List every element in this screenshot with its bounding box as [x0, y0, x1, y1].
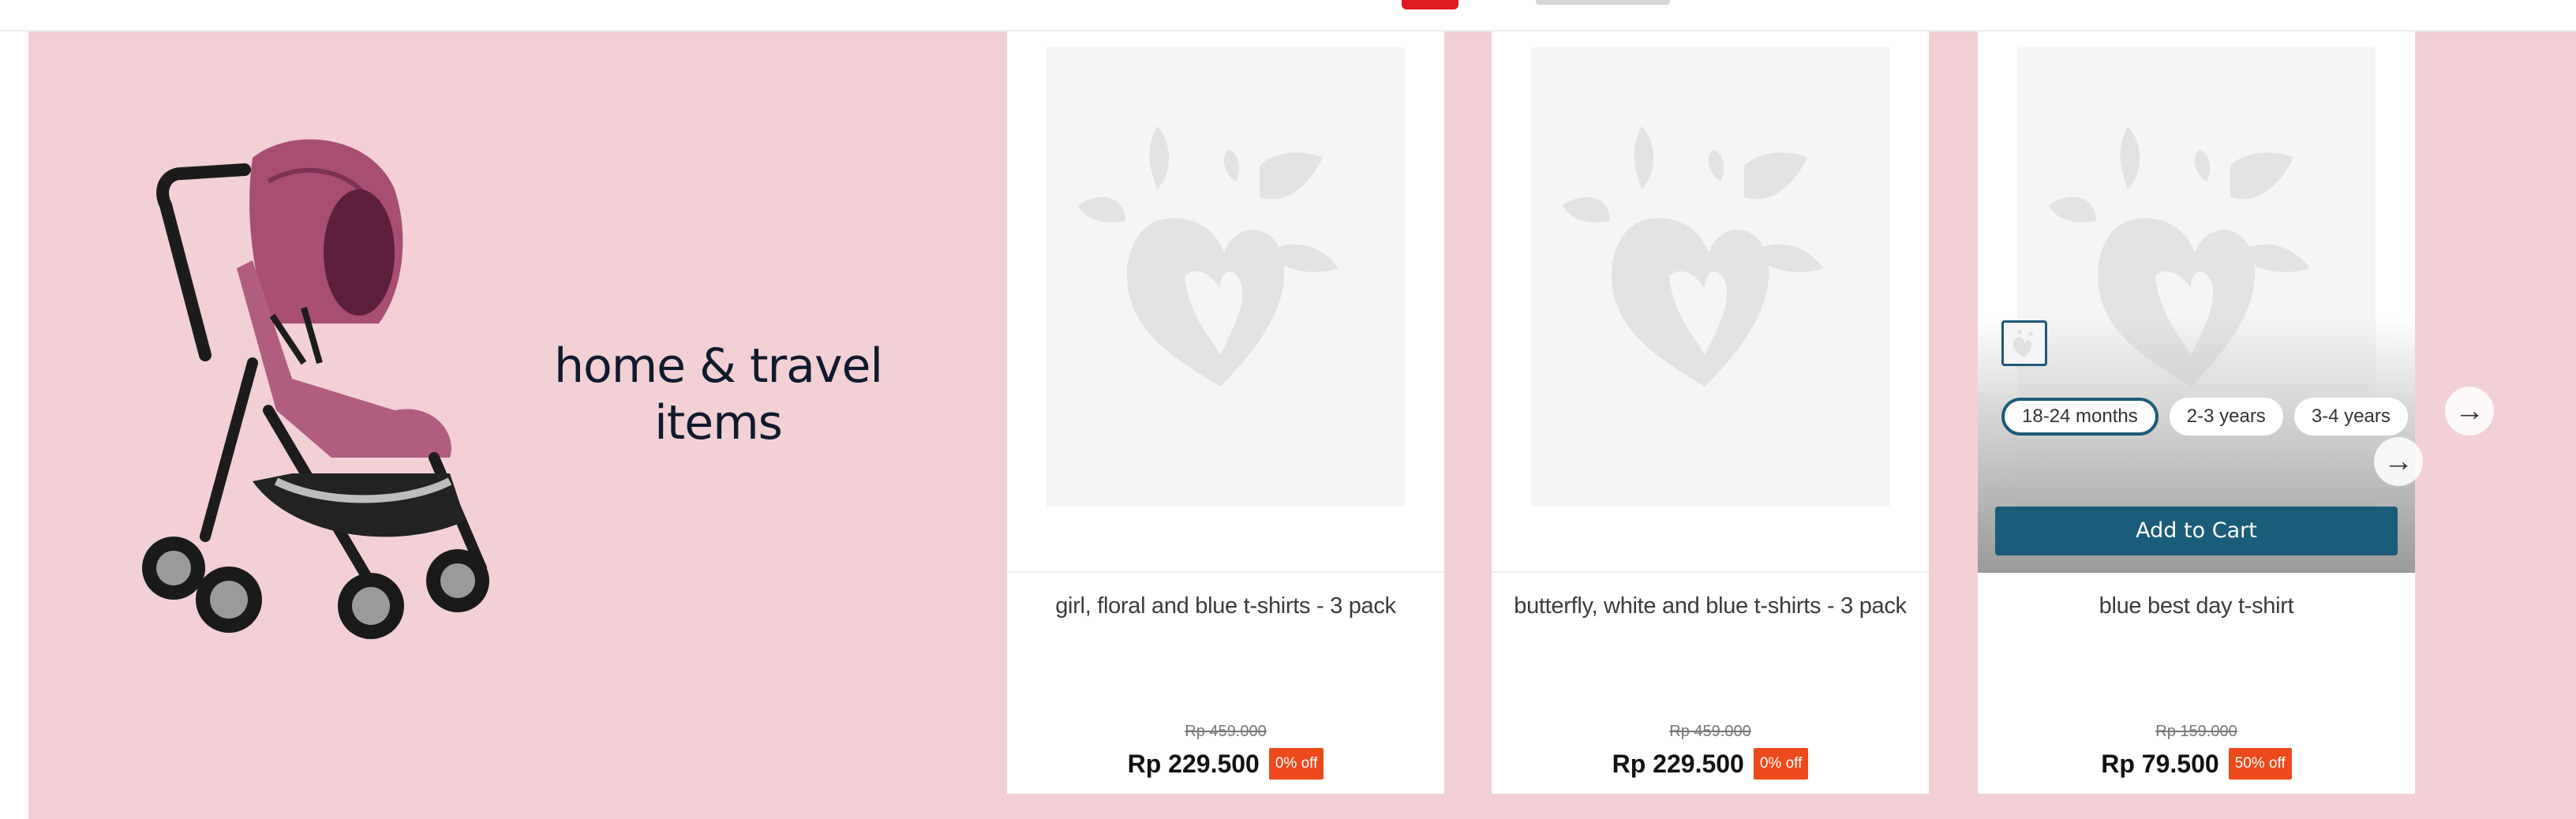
- product-original-price: Rp 459.000: [1185, 723, 1267, 740]
- product-name[interactable]: girl, floral and blue t-shirts - 3 pack: [1007, 593, 1444, 619]
- promo-title-line1: home & travel: [553, 338, 883, 394]
- brand-heart-logo-icon: [1078, 126, 1339, 387]
- discount-badge: 50% off: [2228, 748, 2292, 780]
- header-logo-mark[interactable]: [1402, 0, 1458, 9]
- product-price: Rp 229.500: [1612, 749, 1744, 778]
- product-original-price: Rp 159.000: [2155, 723, 2237, 740]
- product-image-placeholder[interactable]: [1531, 47, 1889, 507]
- color-swatch[interactable]: [2001, 320, 2047, 366]
- product-name[interactable]: blue best day t-shirt: [1978, 593, 2415, 619]
- stroller-image[interactable]: [134, 126, 505, 647]
- product-price: Rp 79.500: [2101, 749, 2219, 778]
- product-price-row: Rp 229.500 0% off: [1007, 748, 1444, 780]
- product-original-price: Rp 459.000: [1669, 723, 1751, 740]
- add-to-cart-button[interactable]: Add to Cart: [1995, 507, 2398, 555]
- size-selector: 18-24 months 2-3 years 3-4 years: [2001, 398, 2408, 439]
- product-card[interactable]: girl, floral and blue t-shirts - 3 pack …: [1007, 32, 1444, 794]
- product-price-row: Rp 229.500 0% off: [1492, 748, 1929, 780]
- discount-badge: 0% off: [1753, 748, 1809, 780]
- product-card[interactable]: 18-24 months 2-3 years 3-4 years → Add t…: [1978, 32, 2423, 794]
- header-faint-text: [1536, 0, 1670, 5]
- size-option-selected[interactable]: 18-24 months: [2001, 398, 2159, 436]
- product-media[interactable]: 18-24 months 2-3 years 3-4 years → Add t…: [1978, 32, 2423, 573]
- swatch-heart-icon: [2012, 330, 2033, 357]
- product-image-placeholder[interactable]: [1046, 47, 1405, 507]
- promo-title-line2: items: [654, 395, 783, 451]
- arrow-right-icon: →: [2383, 445, 2413, 478]
- top-header: [0, 0, 2576, 32]
- carousel-next-button[interactable]: →: [2445, 387, 2494, 436]
- product-price-row: Rp 79.500 50% off: [1978, 748, 2415, 780]
- brand-heart-logo-icon: [1563, 126, 1823, 387]
- product-name[interactable]: butterfly, white and blue t-shirts - 3 p…: [1492, 593, 1929, 619]
- arrow-right-icon: →: [2454, 395, 2484, 428]
- promo-title[interactable]: home & travel items: [505, 338, 931, 451]
- product-media[interactable]: [1007, 32, 1444, 573]
- product-media[interactable]: [1492, 32, 1929, 573]
- discount-badge: 0% off: [1268, 748, 1324, 780]
- product-price: Rp 229.500: [1127, 749, 1260, 778]
- size-option[interactable]: 3-4 years: [2293, 398, 2408, 436]
- product-card[interactable]: butterfly, white and blue t-shirts - 3 p…: [1492, 32, 1929, 794]
- sizes-next-button[interactable]: →: [2374, 437, 2423, 486]
- size-option[interactable]: 2-3 years: [2169, 398, 2283, 436]
